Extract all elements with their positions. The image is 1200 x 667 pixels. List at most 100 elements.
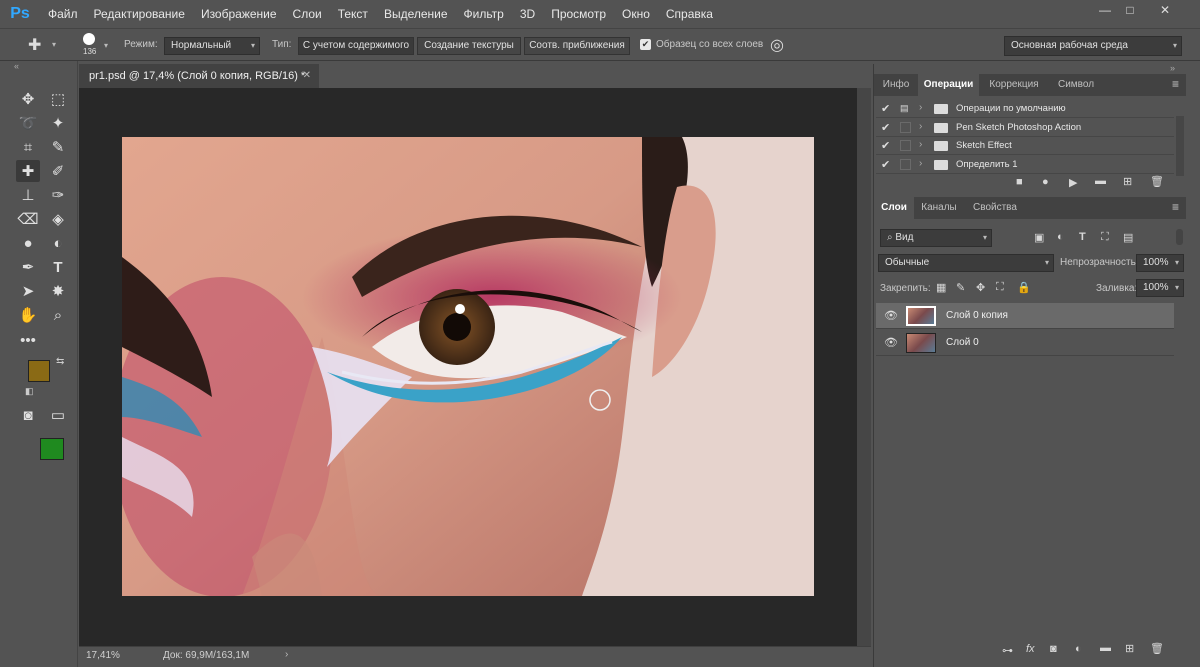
tab-actions[interactable]: Операции [918,74,979,96]
layer-thumbnail[interactable] [906,333,936,353]
add-mask-icon[interactable]: ◙ [1050,643,1057,655]
hand-tool-icon[interactable]: ✋ [16,304,40,326]
layer-filter-select[interactable]: ⌕ Вид ▾ [880,229,992,247]
layer-row[interactable]: 👁 Слой 0 копия [876,303,1174,329]
close-tab-icon[interactable]: ✕ [303,64,311,88]
custom-shape-tool-icon[interactable]: ✸ [46,280,70,302]
filter-toggle[interactable] [1176,229,1183,245]
default-colors-icon[interactable]: ◧ [25,386,34,397]
marquee-tool-icon[interactable]: ⬚ [46,88,70,110]
menu-item[interactable]: Редактирование [86,0,193,28]
tab-layers[interactable]: Слои [874,197,914,219]
dialog-toggle-icon[interactable] [900,159,911,170]
record-icon[interactable]: ● [1042,176,1049,188]
expand-arrow-icon[interactable]: › [919,139,922,150]
layer-name[interactable]: Слой 0 копия [946,310,1008,321]
filter-pixel-icon[interactable]: ▣ [1034,231,1044,244]
menu-item[interactable]: Текст [330,0,376,28]
move-tool-icon[interactable]: ✥ [16,88,40,110]
filter-shape-icon[interactable]: ⛶ [1101,231,1109,244]
menu-item[interactable]: Изображение [193,0,285,28]
path-selection-tool-icon[interactable]: ➤ [16,280,40,302]
play-icon[interactable]: ▶ [1069,176,1077,189]
action-set-row[interactable]: ✔ › Pen Sketch Photoshop Action [876,119,1174,137]
actions-scrollbar[interactable] [1176,116,1184,176]
crop-tool-icon[interactable]: ⌗ [16,136,40,158]
action-set-row[interactable]: ✔ › Определить 1 [876,156,1174,174]
maximize-button[interactable]: □ [1115,0,1145,20]
lock-artboard-icon[interactable]: ⛶ [996,281,1004,294]
magic-wand-tool-icon[interactable]: ✦ [46,112,70,134]
vertical-scrollbar[interactable] [857,88,871,646]
background-color-swatch[interactable] [40,438,64,460]
lock-transparency-icon[interactable]: ▦ [936,281,946,294]
toggle-check-icon[interactable]: ✔ [881,158,890,171]
zoom-tool-icon[interactable]: ⌕ [46,304,70,326]
menu-item[interactable]: Слои [285,0,330,28]
trash-icon[interactable]: 🗑 [1150,175,1164,188]
menu-item[interactable]: Файл [40,0,86,28]
toggle-check-icon[interactable]: ✔ [881,121,890,134]
menu-item[interactable]: Выделение [376,0,456,28]
pressure-icon[interactable]: ◎ [770,35,784,55]
new-layer-icon[interactable]: ⊞ [1125,642,1134,655]
collapse-icon[interactable]: « [14,61,19,71]
collapse-panels-icon[interactable]: » [1170,63,1175,73]
chevron-down-icon[interactable]: ▾ [52,40,56,49]
more-tools-icon[interactable]: ••• [16,329,40,351]
menu-item[interactable]: 3D [512,0,543,28]
pen-tool-icon[interactable]: ✒ [16,256,40,278]
screen-mode-icon[interactable]: ▭ [46,404,70,426]
new-set-icon[interactable]: ▬ [1095,175,1106,187]
blur-tool-icon[interactable]: ● [16,232,40,254]
menu-item[interactable]: Фильтр [456,0,512,28]
tab-info[interactable]: Инфо [874,74,918,96]
adjustment-layer-icon[interactable]: ◐ [1075,643,1082,655]
history-brush-tool-icon[interactable]: ✑ [46,184,70,206]
workspace-select[interactable]: Основная рабочая среда ▾ [1004,36,1182,56]
lasso-tool-icon[interactable]: ➰ [16,112,40,134]
tab-adjustments[interactable]: Коррекция [979,74,1049,96]
expand-arrow-icon[interactable]: › [919,158,922,169]
trash-icon[interactable]: 🗑 [1150,642,1164,655]
expand-arrow-icon[interactable]: › [919,121,922,132]
panel-menu-icon[interactable]: ≡ [1172,200,1179,214]
status-menu-arrow-icon[interactable]: › [285,649,288,660]
healing-brush-icon[interactable]: ✚ [28,35,41,55]
tab-properties[interactable]: Свойства [966,197,1024,219]
new-action-icon[interactable]: ⊞ [1123,175,1132,188]
clone-stamp-tool-icon[interactable]: ⊥ [16,184,40,206]
eraser-tool-icon[interactable]: ⌫ [16,208,40,230]
lock-all-icon[interactable]: 🔒 [1017,281,1031,294]
eyedropper-tool-icon[interactable]: ✎ [46,136,70,158]
menu-item[interactable]: Просмотр [543,0,614,28]
action-set-row[interactable]: ✔ › Sketch Effect [876,137,1174,155]
document-tab[interactable]: pr1.psd @ 17,4% (Слой 0 копия, RGB/16) *… [79,64,319,88]
layer-name[interactable]: Слой 0 [946,337,979,348]
close-button[interactable]: ✕ [1150,0,1180,20]
dialog-toggle-icon[interactable] [900,140,911,151]
menu-item[interactable]: Справка [658,0,721,28]
action-set-row[interactable]: ✔ ▤ › Операции по умолчанию [876,100,1174,118]
layer-row[interactable]: 👁 Слой 0 [876,330,1174,356]
eye-icon[interactable]: 👁 [884,336,898,349]
foreground-color-swatch[interactable] [28,360,50,382]
quick-mask-icon[interactable]: ◙ [16,404,40,426]
type-content-aware-button[interactable]: С учетом содержимого [298,37,414,55]
type-create-texture-button[interactable]: Создание текстуры [417,37,521,55]
toggle-check-icon[interactable]: ✔ [881,139,890,152]
fill-input[interactable]: 100% ▾ [1136,279,1184,297]
mode-select[interactable]: Нормальный ▾ [164,37,260,55]
panel-menu-icon[interactable]: ≡ [1172,77,1179,91]
dodge-tool-icon[interactable]: ◐ [46,232,70,254]
chevron-down-icon[interactable]: ▾ [104,41,108,50]
swap-colors-icon[interactable]: ⇆ [56,356,64,367]
paint-bucket-tool-icon[interactable]: ◈ [46,208,70,230]
link-layers-icon[interactable]: ⊶ [1002,644,1013,657]
toggle-check-icon[interactable]: ✔ [881,102,890,115]
menu-item[interactable]: Окно [614,0,658,28]
filter-adjustment-icon[interactable]: ◐ [1057,231,1064,243]
blend-mode-select[interactable]: Обычные ▾ [878,254,1054,272]
layer-thumbnail[interactable] [906,306,936,326]
new-group-icon[interactable]: ▬ [1100,642,1111,654]
